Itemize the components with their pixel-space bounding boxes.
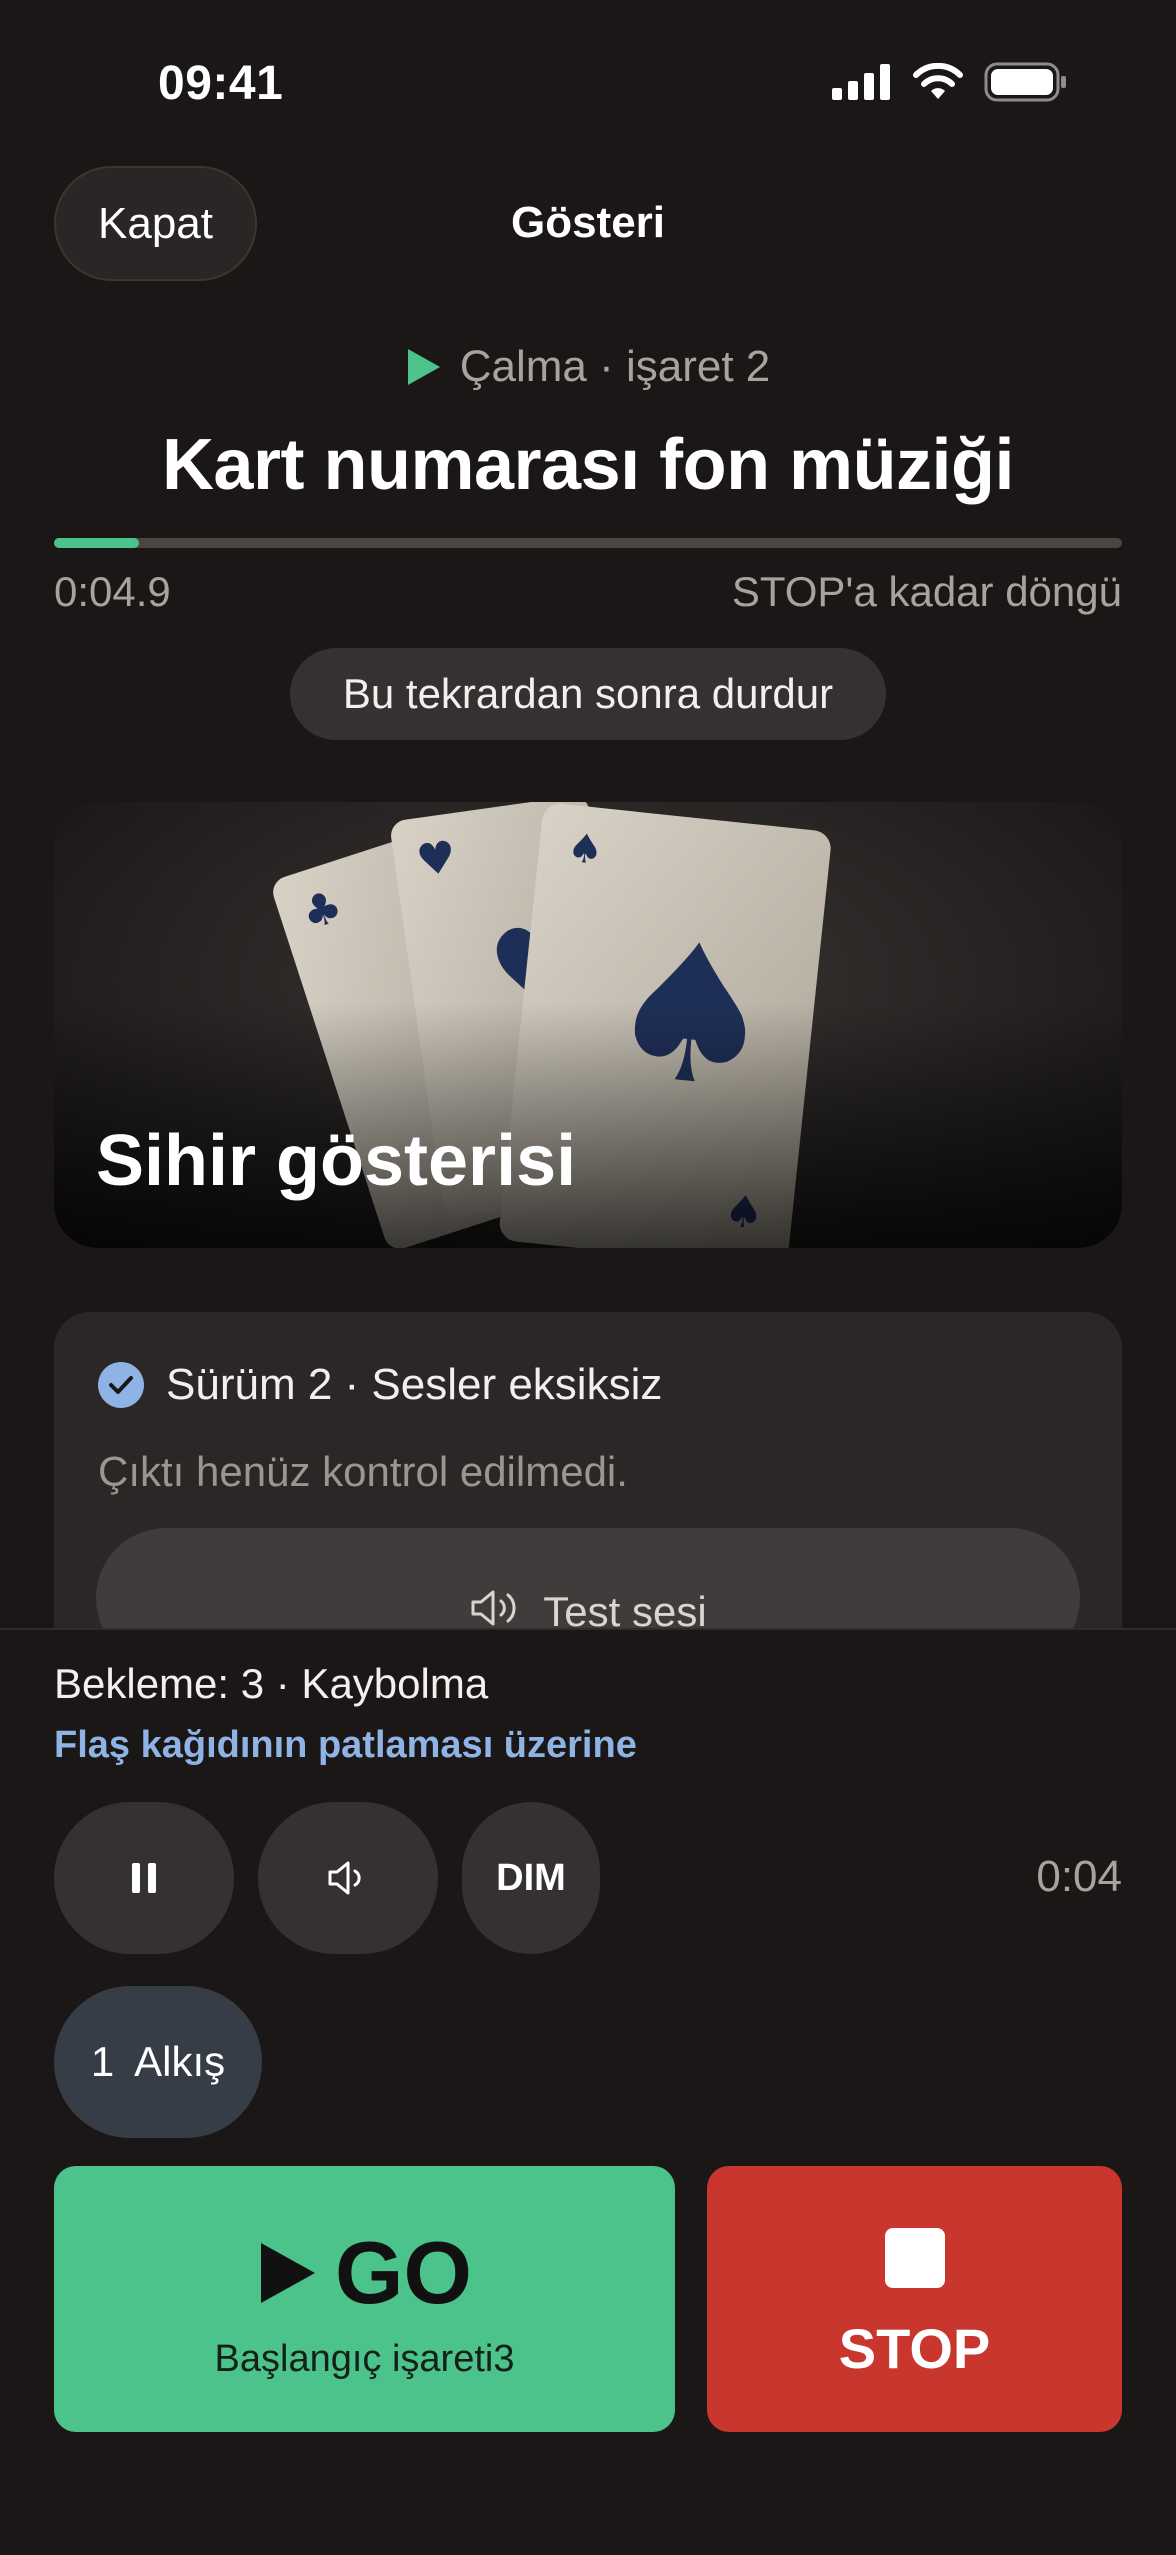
progress-bar	[54, 538, 1122, 548]
cue-title: Kart numarası fon müziği	[161, 425, 1015, 505]
play-icon	[407, 349, 440, 385]
applause-button[interactable]: 1 Alkış	[54, 1986, 262, 2138]
play-icon	[261, 2243, 316, 2303]
pause-icon	[132, 1863, 156, 1893]
control-panel: Bekleme: 3 · Kaybolma Flaş kağıdının pat…	[0, 1628, 1176, 2555]
stop-icon	[885, 2228, 945, 2288]
speaker-icon	[471, 1590, 516, 1626]
playback-status: Çalma · işaret 2	[0, 342, 1176, 392]
go-button[interactable]: GO Başlangıç işareti3	[54, 2166, 675, 2432]
progress-fill	[54, 538, 140, 548]
page-title: Gösteri	[510, 198, 666, 247]
remaining-time: 0:04	[1036, 1852, 1122, 1901]
version-card: Sürüm 2 · Sesler eksiksiz Çıktı henüz ko…	[54, 1312, 1122, 1672]
elapsed-time: 0:04.9	[54, 568, 171, 615]
version-text: Sürüm 2 · Sesler eksiksiz	[166, 1360, 663, 1409]
dim-button[interactable]: DIM	[462, 1802, 600, 1954]
next-cue-trigger[interactable]: Flaş kağıdının patlaması üzerine	[54, 1724, 637, 1767]
stop-label: STOP	[838, 2317, 991, 2380]
applause-count: 1	[90, 2038, 115, 2085]
go-label: GO	[335, 2223, 472, 2322]
playback-status-text: Çalma · işaret 2	[459, 342, 771, 391]
status-icons	[832, 62, 1068, 102]
loop-status: STOP'a kadar döngü	[731, 568, 1122, 615]
applause-label: Alkış	[134, 2038, 226, 2085]
check-icon	[98, 1362, 144, 1408]
stop-after-repeat-button[interactable]: Bu tekrardan sonra durdur	[290, 648, 886, 740]
signal-icon	[832, 64, 890, 100]
show-title: Sihir gösterisi	[96, 1121, 577, 1201]
stop-after-repeat-label: Bu tekrardan sonra durdur	[342, 670, 834, 717]
go-main: GO	[54, 2222, 675, 2324]
wifi-icon	[913, 63, 963, 99]
speaker-icon	[328, 1861, 361, 1895]
show-cover-image: ♣ ♠ ♥ ♥ ♠ ♠ ♠ Sihir gösterisi	[54, 802, 1122, 1248]
go-next-cue: Başlangıç işareti3	[214, 2338, 515, 2380]
stop-button[interactable]: STOP	[707, 2166, 1122, 2432]
battery-icon	[984, 62, 1066, 102]
pause-button[interactable]	[54, 1802, 234, 1954]
dim-label: DIM	[496, 1856, 566, 1899]
volume-button[interactable]	[258, 1802, 438, 1954]
status-time: 09:41	[158, 57, 284, 110]
output-note: Çıktı henüz kontrol edilmedi.	[98, 1448, 628, 1495]
next-cue-info: Bekleme: 3 · Kaybolma	[54, 1660, 489, 1707]
version-row: Sürüm 2 · Sesler eksiksiz	[98, 1360, 662, 1410]
status-bar: 09:41	[0, 0, 1176, 170]
